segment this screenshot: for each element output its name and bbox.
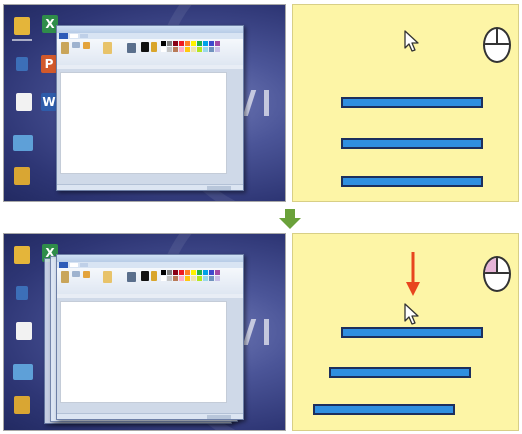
folder-icon[interactable]: [14, 246, 30, 264]
wallpaper-decoration: [264, 90, 269, 116]
computer-icon[interactable]: [13, 135, 33, 151]
status-bar: [57, 184, 243, 190]
paint-window[interactable]: [56, 25, 244, 191]
drag-bar-3: [313, 404, 455, 415]
mouse-icon: [483, 27, 511, 63]
operation-panel-before: [292, 4, 519, 202]
word-icon[interactable]: W: [41, 93, 57, 111]
color2-icon[interactable]: [151, 271, 157, 281]
brush-icon[interactable]: [83, 42, 90, 49]
computer-icon[interactable]: [13, 364, 33, 380]
color1-icon[interactable]: [141, 271, 149, 281]
color2-icon[interactable]: [151, 42, 157, 52]
folder-icon[interactable]: [14, 396, 30, 414]
tab-view[interactable]: [80, 34, 88, 38]
drag-bar-1: [341, 327, 483, 338]
desktop-icon-label: [12, 39, 32, 41]
window-title-bar[interactable]: [57, 26, 243, 33]
folder-icon[interactable]: [14, 167, 30, 185]
drag-bar-1: [341, 97, 483, 108]
drag-bar-2: [329, 367, 471, 378]
mouse-icon: [483, 256, 511, 292]
desktop-screenshot-after: X: [3, 233, 286, 431]
shapes-icon[interactable]: [103, 42, 112, 54]
tab-view[interactable]: [80, 263, 88, 267]
operation-panel-after: [292, 233, 519, 431]
color1-icon[interactable]: [141, 42, 149, 52]
drawing-canvas[interactable]: [60, 72, 227, 174]
arrow-cursor-icon: [404, 30, 419, 52]
zoom-slider[interactable]: [207, 415, 231, 419]
size-icon[interactable]: [127, 272, 136, 282]
zoom-slider[interactable]: [207, 186, 231, 190]
canvas-area: [57, 69, 243, 184]
desktop-screenshot-before: X P W: [3, 4, 286, 202]
paste-icon[interactable]: [61, 42, 69, 54]
arrow-cursor-icon: [404, 303, 419, 325]
ribbon: [57, 39, 243, 66]
paste-icon[interactable]: [61, 271, 69, 283]
shapes-icon[interactable]: [103, 271, 112, 283]
document-icon[interactable]: [16, 322, 32, 340]
color-palette[interactable]: [161, 41, 220, 52]
window-title-bar[interactable]: [57, 255, 243, 262]
press-down-arrow-icon: [406, 252, 420, 296]
select-icon[interactable]: [72, 271, 80, 277]
document-icon[interactable]: [16, 93, 32, 111]
tab-home[interactable]: [70, 34, 78, 38]
drag-bar-3: [341, 176, 483, 187]
select-icon[interactable]: [72, 42, 80, 48]
color-palette[interactable]: [161, 270, 220, 281]
wallpaper-decoration: [264, 319, 269, 345]
desktop-shortcut-icon[interactable]: [16, 286, 28, 300]
ribbon: [57, 268, 243, 295]
canvas-area: [57, 298, 243, 413]
size-icon[interactable]: [127, 43, 136, 53]
down-arrow-icon: [279, 209, 301, 229]
status-bar: [57, 413, 243, 419]
paint-window[interactable]: [56, 254, 244, 420]
powerpoint-icon[interactable]: P: [41, 55, 57, 73]
brush-icon[interactable]: [83, 271, 90, 278]
desktop-shortcut-icon[interactable]: [16, 57, 28, 71]
drawing-canvas[interactable]: [60, 301, 227, 403]
folder-icon[interactable]: [14, 17, 30, 35]
tab-home[interactable]: [70, 263, 78, 267]
drag-bar-2: [341, 138, 483, 149]
